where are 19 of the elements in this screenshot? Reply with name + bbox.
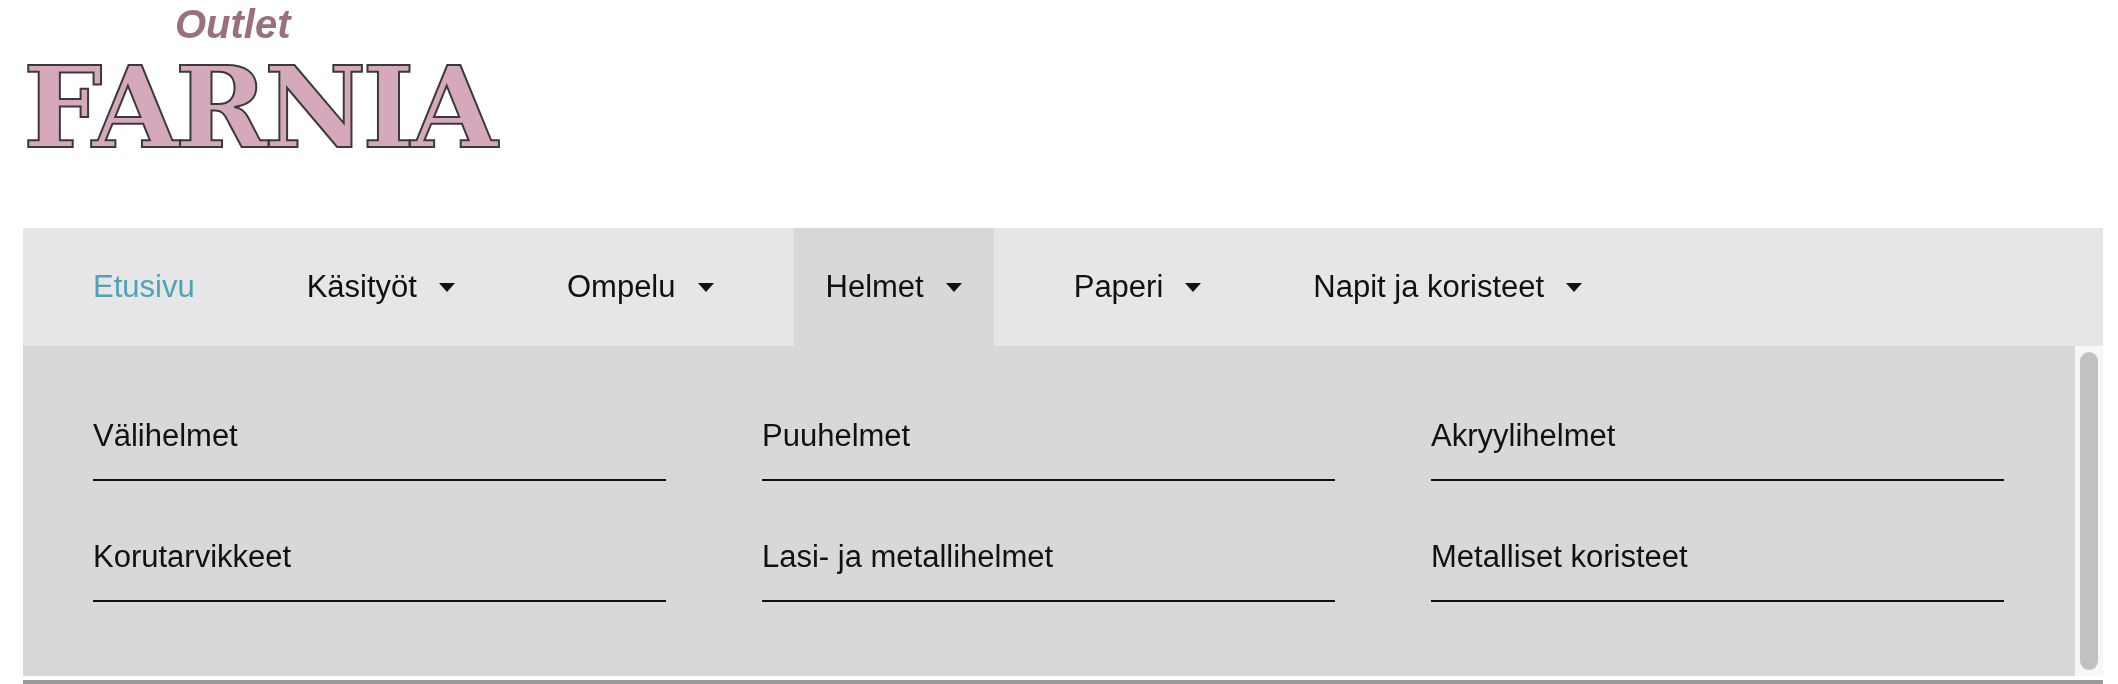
- submenu-link[interactable]: Välihelmet: [93, 418, 666, 481]
- nav-link[interactable]: Napit ja koristeet: [1281, 228, 1615, 346]
- nav-link[interactable]: Helmet: [793, 228, 994, 346]
- logo-tagline: Outlet: [175, 4, 291, 44]
- scrollbar-thumb[interactable]: [2080, 352, 2098, 670]
- nav-link[interactable]: Paperi: [1041, 228, 1234, 346]
- submenu-link[interactable]: Akryylihelmet: [1431, 418, 2004, 481]
- scrollbar[interactable]: [2075, 346, 2103, 676]
- nav-link[interactable]: Käsityöt: [274, 228, 487, 346]
- caret-icon: [438, 282, 455, 292]
- submenu-link[interactable]: Metalliset koristeet: [1431, 539, 2004, 602]
- caret-icon: [697, 282, 714, 292]
- caret-icon: [1185, 282, 1202, 292]
- submenu-link[interactable]: Korutarvikkeet: [93, 539, 666, 602]
- submenu-link[interactable]: Puuhelmet: [762, 418, 1335, 481]
- submenu-link[interactable]: Lasi- ja metallihelmet: [762, 539, 1335, 602]
- nav-link[interactable]: Ompelu: [534, 228, 746, 346]
- caret-icon: [945, 282, 962, 292]
- caret-icon: [1566, 282, 1583, 292]
